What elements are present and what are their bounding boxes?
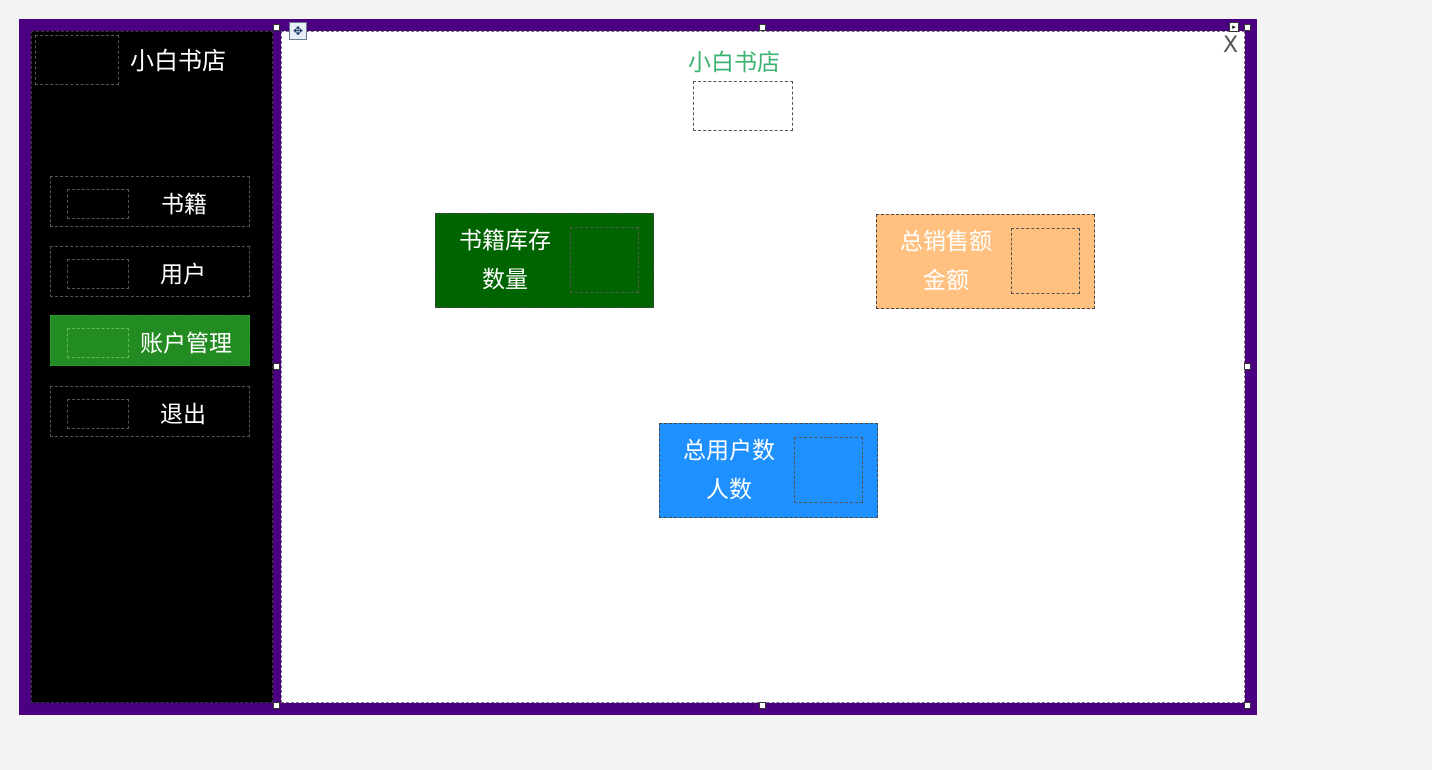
total-users-card: 总用户数 人数: [659, 423, 878, 518]
resize-handle-left[interactable]: [273, 363, 280, 370]
resize-handle-top-left[interactable]: [273, 24, 280, 31]
move-arrows-icon[interactable]: ✥: [289, 22, 307, 40]
title-picturebox: [693, 81, 793, 131]
sidebar-item-account-management[interactable]: 账户管理: [50, 315, 250, 366]
resize-handle-top[interactable]: [759, 24, 766, 31]
resize-handle-bottom-right[interactable]: [1244, 702, 1251, 709]
sidebar-item-books[interactable]: 书籍: [50, 176, 250, 227]
card-text: 总销售额 金额: [877, 215, 1015, 308]
account-icon: [67, 328, 129, 358]
sidebar-item-label: 退出: [160, 401, 206, 428]
card-title: 书籍库存: [459, 227, 551, 254]
page-title: 小白书店: [688, 50, 780, 76]
card-subtitle: 金额: [923, 267, 969, 294]
resize-handle-top-right[interactable]: [1244, 24, 1251, 31]
books-icon: [67, 189, 129, 219]
card-title: 总用户数: [683, 437, 775, 464]
logo-picturebox: [35, 35, 119, 85]
sidebar-item-label: 书籍: [161, 191, 207, 218]
card-subtitle: 数量: [482, 266, 528, 293]
book-stock-card: 书籍库存 数量: [435, 213, 654, 308]
sidebar: 小白书店 书籍 用户 账户管理 退出: [31, 31, 273, 703]
logout-icon: [67, 399, 129, 429]
card-title: 总销售额: [900, 228, 992, 255]
sidebar-item-logout[interactable]: 退出: [50, 386, 250, 437]
resize-handle-bottom[interactable]: [759, 702, 766, 709]
book-stock-icon: [570, 227, 639, 293]
designer-form: 小白书店 书籍 用户 账户管理 退出 小白书店 X 书籍库存 数量 总销售额 金…: [19, 19, 1257, 715]
resize-handle-bottom-left[interactable]: [273, 702, 280, 709]
sidebar-item-label: 账户管理: [140, 330, 232, 357]
card-subtitle: 人数: [706, 476, 752, 503]
sidebar-brand: 小白书店: [130, 47, 226, 75]
sidebar-item-users[interactable]: 用户: [50, 246, 250, 297]
total-sales-card: 总销售额 金额: [876, 214, 1095, 309]
total-sales-icon: [1011, 228, 1080, 294]
card-text: 书籍库存 数量: [436, 214, 574, 307]
users-icon: [67, 259, 129, 289]
main-panel: 小白书店 X 书籍库存 数量 总销售额 金额 总用户数 人数: [281, 31, 1245, 703]
card-text: 总用户数 人数: [660, 424, 798, 517]
resize-handle-right[interactable]: [1244, 363, 1251, 370]
total-users-icon: [794, 437, 863, 503]
smart-tag-icon[interactable]: ▸: [1229, 22, 1239, 32]
sidebar-item-label: 用户: [160, 261, 206, 288]
close-button[interactable]: X: [1223, 32, 1238, 60]
